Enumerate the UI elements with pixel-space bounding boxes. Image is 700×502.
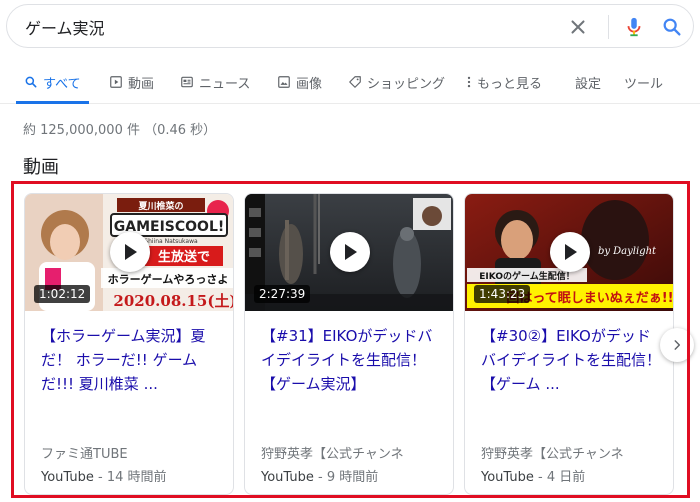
divider: [608, 15, 609, 39]
result-stats: 約 125,000,000 件 （0.46 秒）: [23, 123, 217, 138]
image-icon: [278, 76, 290, 88]
search-box[interactable]: [6, 4, 694, 48]
play-icon: [125, 244, 137, 260]
search-tabs: すべて 動画 ニュース 画像 ショッピング もっと見る 設定 ツール: [0, 60, 700, 104]
video-card[interactable]: 夏川椎菜の GAMEISCOOL! Shiina Natsukawa 生放送で …: [24, 193, 234, 495]
thumb-line1-text: 生放送で: [158, 249, 210, 265]
thumb-caption-text: EIKOのゲーム生配信！: [479, 270, 574, 282]
tab-settings[interactable]: 設定: [575, 60, 601, 104]
video-duration: 2:27:39: [254, 285, 311, 303]
video-thumbnail[interactable]: 2:27:39: [245, 194, 453, 311]
tab-label: ショッピング: [367, 76, 446, 92]
video-thumbnail[interactable]: 夏川椎菜の GAMEISCOOL! Shiina Natsukawa 生放送で …: [25, 194, 234, 311]
video-icon: [110, 76, 122, 88]
tab-videos[interactable]: 動画: [109, 60, 154, 104]
tab-tools[interactable]: ツール: [624, 60, 663, 104]
video-card[interactable]: by Daylight EIKOのゲーム生配信！ 回はって眠しまいぬぇだぁ!! …: [464, 193, 674, 495]
video-title-link[interactable]: 【#30②】EIKOがデッドバイデイライトを生配信！【ゲーム ...: [481, 324, 663, 396]
video-time: 14 時間前: [106, 470, 167, 485]
tab-all[interactable]: すべて: [16, 60, 89, 104]
mic-icon[interactable]: [623, 15, 645, 39]
tab-label: ニュース: [199, 76, 251, 92]
video-title-link[interactable]: 【#31】EIKOがデッドバイデイライトを生配信！【ゲーム実況】: [261, 324, 443, 396]
tab-label: もっと見る: [477, 76, 543, 92]
video-time: 9 時間前: [326, 470, 379, 485]
tab-label: 画像: [296, 76, 323, 92]
tab-news[interactable]: ニュース: [180, 60, 250, 104]
tab-label: 設定: [575, 76, 602, 92]
thumb-banner-text: 夏川椎菜の: [137, 200, 183, 212]
video-channel: ファミ通TUBE: [41, 447, 128, 462]
video-channel: 狩野英孝【公式チャンネ: [261, 447, 404, 462]
video-channel: 狩野英孝【公式チャンネ: [481, 447, 624, 462]
chevron-right-icon: [674, 340, 681, 350]
thumb-date-text: 2020.08.15(土): [113, 292, 234, 310]
clear-icon[interactable]: [567, 16, 589, 38]
play-button[interactable]: [330, 232, 370, 272]
video-source-line: YouTube - 9 時間前: [261, 470, 379, 485]
tab-more[interactable]: もっと見る: [466, 60, 542, 104]
video-source: YouTube: [41, 470, 94, 485]
thumb-line2-text: ホラーゲームやろっさよ: [108, 272, 229, 286]
carousel-next-button[interactable]: [660, 328, 694, 362]
video-time: 4 日前: [546, 470, 586, 485]
video-duration: 1:02:12: [34, 285, 91, 303]
play-icon: [565, 244, 577, 260]
video-source-line: YouTube - 4 日前: [481, 470, 586, 485]
search-icon: [25, 76, 37, 88]
search-icon[interactable]: [661, 16, 683, 38]
video-title-link[interactable]: 【ホラーゲーム実況】夏だ！ ホラーだ!! ゲームだ!!! 夏川椎菜 ...: [41, 324, 223, 396]
video-thumbnail[interactable]: by Daylight EIKOのゲーム生配信！ 回はって眠しまいぬぇだぁ!! …: [465, 194, 673, 311]
search-input[interactable]: [25, 15, 545, 39]
thumb-subtitle-text: Shiina Natsukawa: [144, 238, 198, 245]
more-vert-icon: [467, 76, 471, 88]
video-source-line: YouTube - 14 時間前: [41, 470, 167, 485]
tab-label: ツール: [624, 76, 664, 92]
video-source: YouTube: [481, 470, 534, 485]
tab-label: すべて: [43, 76, 81, 92]
tab-shopping[interactable]: ショッピング: [348, 60, 445, 104]
video-card[interactable]: 2:27:39 【#31】EIKOがデッドバイデイライトを生配信！【ゲーム実況】…: [244, 193, 454, 495]
play-icon: [345, 244, 357, 260]
news-icon: [181, 76, 193, 88]
tag-icon: [349, 76, 361, 88]
video-source: YouTube: [261, 470, 314, 485]
video-duration: 1:43:23: [474, 285, 531, 303]
thumb-big-text: 回はって眠しまいぬぇだぁ!!: [506, 291, 673, 306]
play-button[interactable]: [110, 232, 150, 272]
tab-label: 動画: [128, 76, 155, 92]
thumb-logo-text: by Daylight: [598, 246, 657, 257]
play-button[interactable]: [550, 232, 590, 272]
section-title: 動画: [23, 157, 59, 178]
tab-images[interactable]: 画像: [277, 60, 322, 104]
